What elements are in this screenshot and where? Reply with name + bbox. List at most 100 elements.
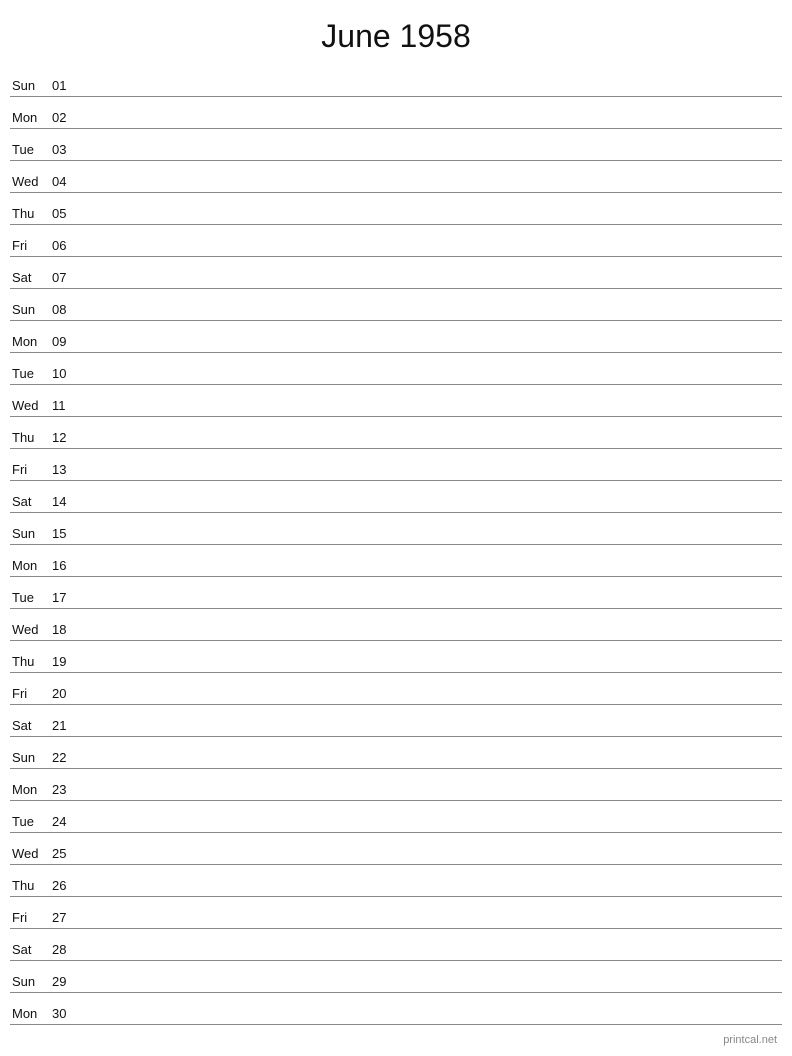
day-name: Fri [10,238,52,253]
day-number: 21 [52,718,80,733]
day-number: 02 [52,110,80,125]
day-name: Mon [10,782,52,797]
day-row: Sat28 [10,929,782,961]
day-row: Sat14 [10,481,782,513]
day-row: Wed11 [10,385,782,417]
day-number: 26 [52,878,80,893]
day-name: Sun [10,78,52,93]
footer-text: printcal.net [723,1034,777,1046]
day-number: 16 [52,558,80,573]
day-line [80,604,782,605]
day-line [80,732,782,733]
day-row: Tue03 [10,129,782,161]
day-row: Tue10 [10,353,782,385]
day-row: Sun22 [10,737,782,769]
day-line [80,1020,782,1021]
calendar-container: Sun01Mon02Tue03Wed04Thu05Fri06Sat07Sun08… [0,65,792,1025]
day-name: Wed [10,398,52,413]
day-line [80,700,782,701]
day-number: 11 [52,398,80,413]
day-name: Sun [10,526,52,541]
day-name: Mon [10,1006,52,1021]
day-row: Wed04 [10,161,782,193]
day-number: 12 [52,430,80,445]
day-line [80,636,782,637]
day-name: Tue [10,590,52,605]
day-number: 09 [52,334,80,349]
day-name: Tue [10,814,52,829]
day-row: Mon30 [10,993,782,1025]
day-number: 27 [52,910,80,925]
day-row: Thu26 [10,865,782,897]
day-name: Thu [10,206,52,221]
day-name: Tue [10,142,52,157]
day-line [80,924,782,925]
day-line [80,508,782,509]
day-row: Tue17 [10,577,782,609]
day-name: Thu [10,430,52,445]
day-line [80,764,782,765]
day-number: 05 [52,206,80,221]
day-row: Fri13 [10,449,782,481]
day-number: 06 [52,238,80,253]
day-name: Mon [10,110,52,125]
day-line [80,92,782,93]
day-line [80,572,782,573]
day-name: Fri [10,686,52,701]
day-line [80,668,782,669]
day-number: 24 [52,814,80,829]
day-line [80,348,782,349]
day-number: 25 [52,846,80,861]
day-line [80,316,782,317]
day-number: 28 [52,942,80,957]
day-name: Wed [10,174,52,189]
day-line [80,412,782,413]
day-line [80,988,782,989]
day-number: 04 [52,174,80,189]
day-number: 01 [52,78,80,93]
day-row: Mon23 [10,769,782,801]
day-row: Mon09 [10,321,782,353]
day-line [80,796,782,797]
day-row: Sat21 [10,705,782,737]
day-line [80,956,782,957]
day-row: Fri27 [10,897,782,929]
day-row: Thu12 [10,417,782,449]
day-name: Wed [10,846,52,861]
day-number: 22 [52,750,80,765]
day-row: Fri06 [10,225,782,257]
day-row: Wed25 [10,833,782,865]
day-name: Thu [10,654,52,669]
day-line [80,220,782,221]
day-number: 20 [52,686,80,701]
day-line [80,156,782,157]
day-line [80,444,782,445]
day-number: 29 [52,974,80,989]
day-name: Wed [10,622,52,637]
day-row: Mon02 [10,97,782,129]
day-name: Thu [10,878,52,893]
day-name: Sun [10,974,52,989]
day-row: Sun15 [10,513,782,545]
day-line [80,284,782,285]
day-row: Sat07 [10,257,782,289]
day-row: Thu19 [10,641,782,673]
day-number: 18 [52,622,80,637]
day-number: 17 [52,590,80,605]
day-line [80,860,782,861]
day-name: Mon [10,558,52,573]
day-number: 23 [52,782,80,797]
day-name: Mon [10,334,52,349]
day-number: 13 [52,462,80,477]
day-name: Sat [10,494,52,509]
day-name: Sat [10,718,52,733]
day-row: Sun08 [10,289,782,321]
day-number: 14 [52,494,80,509]
day-name: Sat [10,942,52,957]
day-number: 07 [52,270,80,285]
day-row: Sun29 [10,961,782,993]
day-number: 15 [52,526,80,541]
day-name: Fri [10,462,52,477]
page-title: June 1958 [0,0,792,65]
day-name: Tue [10,366,52,381]
